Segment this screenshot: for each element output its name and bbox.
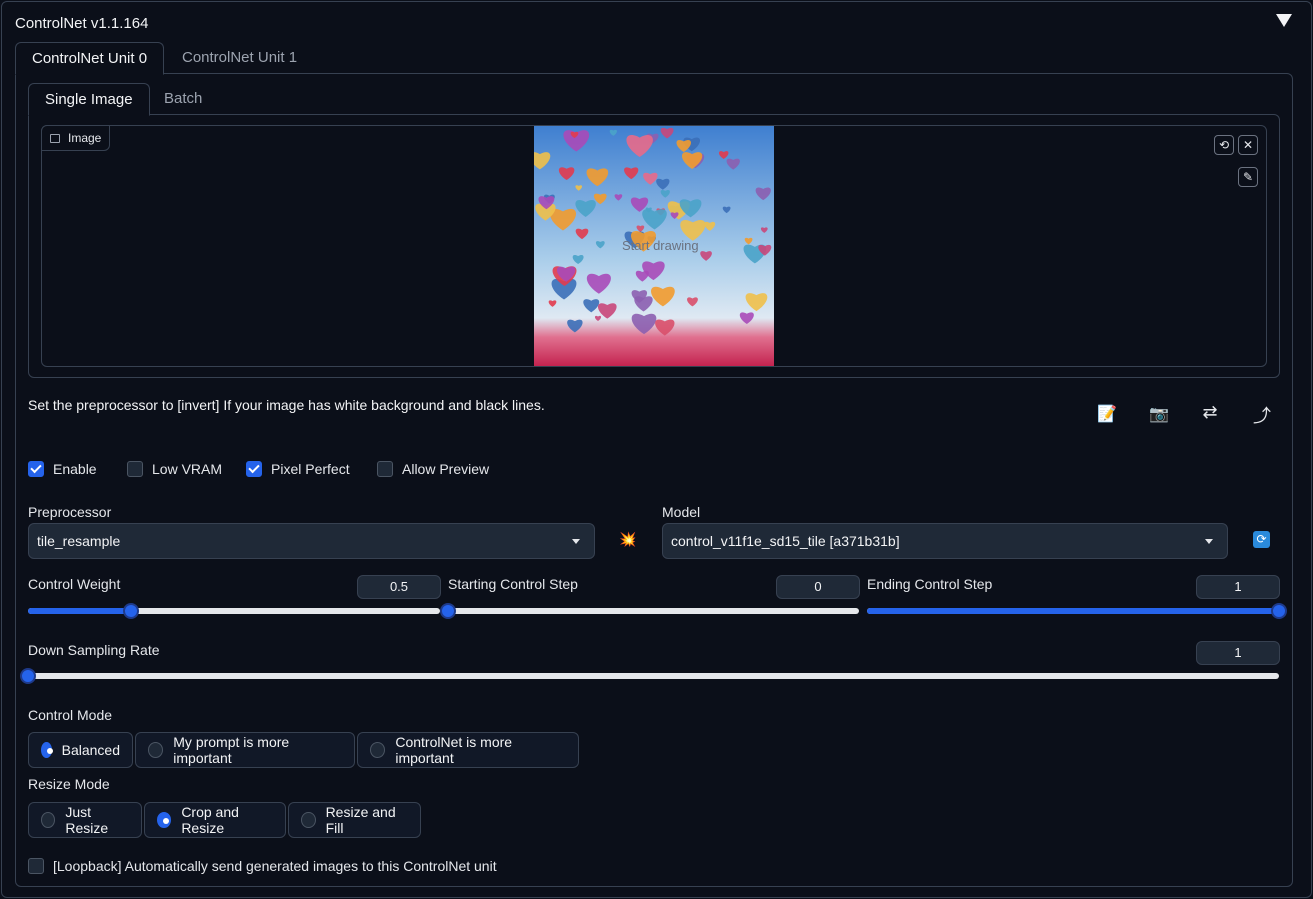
camera-icon[interactable]: 📷 [1148,404,1170,424]
down-sampling-input[interactable]: 1 [1196,641,1280,665]
panel-title[interactable]: ControlNet v1.1.164 [15,15,148,32]
radio-dot[interactable] [301,812,316,828]
helper-text: Set the preprocessor to [invert] If your… [28,397,545,413]
radio-label: Just Resize [65,804,109,836]
image-canvas[interactable]: Start drawing ⟲ ✕ ✎ [41,125,1267,367]
low-vram-label: Low VRAM [152,461,223,477]
image-icon [50,133,60,143]
radio-label: My prompt is more important [173,734,290,766]
starting-step-slider[interactable] [440,603,859,619]
loopback-checkbox-row[interactable]: [Loopback] Automatically send generated … [28,858,497,874]
allow-preview-checkbox[interactable] [377,461,393,477]
radio-label: Crop and Resize [181,804,239,836]
preprocessor-dropdown[interactable]: tile_resample [28,523,595,559]
control-mode-label: Control Mode [28,707,113,723]
low-vram-checkbox[interactable] [127,461,143,477]
radio-label: ControlNet is more important [395,734,513,766]
slider-fill [28,608,131,614]
slider-fill [867,608,1279,614]
tab-controlnet-unit-0[interactable]: ControlNet Unit 0 [15,42,165,75]
close-icon[interactable]: ✕ [1238,135,1258,155]
start-drawing-text: Start drawing [622,238,699,253]
control-mode-prompt-important[interactable]: My prompt is more important [135,732,355,768]
allow-preview-label: Allow Preview [402,461,490,477]
preprocessor-label: Preprocessor [28,504,112,520]
chevron-down-icon [572,538,580,544]
send-dimensions-icon[interactable]: ⤴ [1251,402,1273,428]
starting-step-input[interactable]: 0 [776,575,860,599]
pixel-perfect-checkbox-row[interactable]: Pixel Perfect [246,461,350,477]
tab-controlnet-unit-1[interactable]: ControlNet Unit 1 [166,42,313,75]
radio-label: Resize and Fill [325,804,396,836]
slider-thumb[interactable] [20,668,36,684]
tab-single-image[interactable]: Single Image [28,83,150,116]
enable-checkbox[interactable] [28,461,44,477]
run-preprocessor-icon[interactable]: 💥 [619,531,636,548]
loopback-label: [Loopback] Automatically send generated … [53,858,497,874]
control-mode-balanced[interactable]: Balanced [28,732,133,768]
chevron-down-icon [1205,538,1213,544]
image-label: Image [41,125,111,151]
slider-thumb[interactable] [440,603,456,619]
undo-icon[interactable]: ⟲ [1214,135,1234,155]
slider-thumb[interactable] [123,603,139,619]
radio-dot[interactable] [148,742,164,758]
resize-mode-crop-and-resize[interactable]: Crop and Resize [144,802,286,838]
refresh-icon[interactable]: ⟳ [1253,531,1270,548]
radio-dot[interactable] [370,742,386,758]
brush-icon[interactable]: ✎ [1238,167,1258,187]
ending-step-slider[interactable] [867,603,1287,619]
enable-label: Enable [53,461,97,477]
down-sampling-label: Down Sampling Rate [28,642,160,658]
control-mode-radio-group: Balanced My prompt is more important Con… [28,732,581,768]
control-weight-input[interactable]: 0.5 [357,575,441,599]
image-label-text: Image [68,131,102,145]
control-weight-label: Control Weight [28,576,121,592]
ending-step-input[interactable]: 1 [1196,575,1280,599]
collapse-triangle-icon[interactable] [1276,14,1292,27]
starting-step-label: Starting Control Step [448,576,578,592]
resize-mode-resize-and-fill[interactable]: Resize and Fill [288,802,421,838]
model-dropdown[interactable]: control_v11f1e_sd15_tile [a371b31b] [662,523,1228,559]
radio-dot[interactable] [41,742,53,758]
pixel-perfect-label: Pixel Perfect [271,461,350,477]
allow-preview-checkbox-row[interactable]: Allow Preview [377,461,489,477]
radio-dot[interactable] [41,812,56,828]
enable-checkbox-row[interactable]: Enable [28,461,97,477]
pixel-perfect-checkbox[interactable] [246,461,262,477]
swap-icon[interactable]: ⇄ [1199,402,1221,423]
control-weight-slider[interactable] [28,603,440,619]
radio-label: Balanced [61,742,120,758]
slider-thumb[interactable] [1271,603,1287,619]
control-mode-controlnet-important[interactable]: ControlNet is more important [357,732,579,768]
down-sampling-slider[interactable] [20,668,1279,684]
ending-step-label: Ending Control Step [867,576,993,592]
model-label: Model [662,504,701,520]
resize-mode-just-resize[interactable]: Just Resize [28,802,142,838]
tab-batch[interactable]: Batch [148,83,218,116]
resize-mode-radio-group: Just Resize Crop and Resize Resize and F… [28,802,423,838]
radio-dot[interactable] [157,812,172,828]
model-value: control_v11f1e_sd15_tile [a371b31b] [671,533,900,549]
edit-icon[interactable]: 📝 [1096,404,1118,424]
resize-mode-label: Resize Mode [28,776,110,792]
low-vram-checkbox-row[interactable]: Low VRAM [127,461,222,477]
preprocessor-value: tile_resample [37,533,121,549]
loopback-checkbox[interactable] [28,858,44,874]
